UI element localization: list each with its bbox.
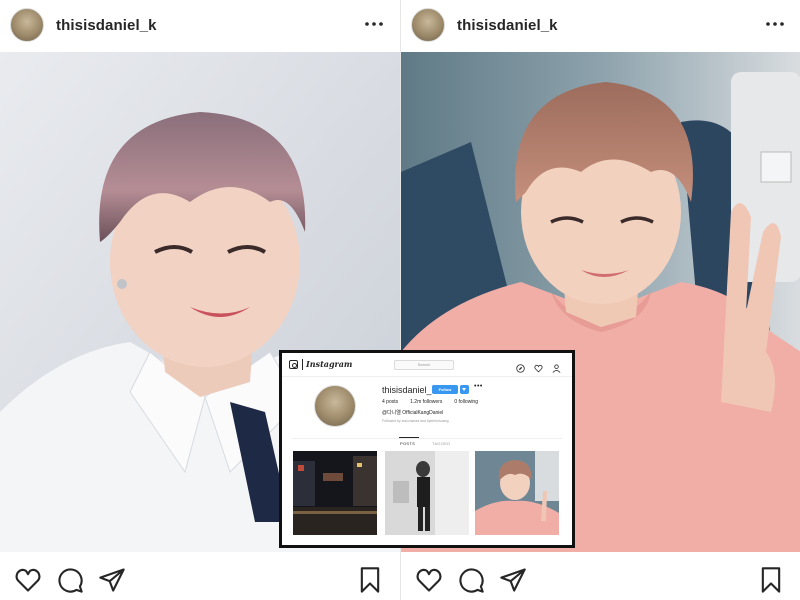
instagram-top-bar: Instagram Search xyxy=(282,353,572,377)
posts-count: 4 posts xyxy=(382,399,399,405)
share-icon[interactable] xyxy=(98,566,126,594)
profile-icon[interactable] xyxy=(552,360,561,373)
post-action-bar xyxy=(401,558,800,598)
follow-button[interactable]: Follow xyxy=(432,385,458,394)
instagram-wordmark[interactable]: Instagram xyxy=(306,359,352,369)
active-tab-indicator xyxy=(399,437,419,438)
followed-by-text[interactable]: Followed by aud.mariaa and kylelmuhuang xyxy=(382,419,449,423)
post-username[interactable]: thisisdaniel_k xyxy=(56,17,157,34)
heart-icon[interactable] xyxy=(14,566,42,594)
compass-icon[interactable] xyxy=(516,360,525,373)
grid-post-thumbnail[interactable] xyxy=(475,451,559,535)
comment-icon[interactable] xyxy=(56,566,84,594)
more-options-icon[interactable] xyxy=(364,14,384,34)
more-options-icon[interactable]: ••• xyxy=(474,383,483,390)
instagram-logo-icon[interactable] xyxy=(289,360,298,369)
post-username[interactable]: thisisdaniel_k xyxy=(457,17,558,34)
avatar[interactable] xyxy=(10,8,44,42)
post-header: thisisdaniel_k xyxy=(401,0,800,50)
tab-posts[interactable]: POSTS xyxy=(400,441,415,446)
avatar[interactable] xyxy=(411,8,445,42)
suggestions-dropdown-button[interactable] xyxy=(460,385,469,394)
following-count[interactable]: 0 following xyxy=(454,399,478,405)
share-icon[interactable] xyxy=(499,566,527,594)
profile-bio: @다니엘 OfficialKangDaniel xyxy=(382,410,444,416)
search-input[interactable]: Search xyxy=(394,360,454,370)
comment-icon[interactable] xyxy=(457,566,485,594)
grid-post-thumbnail[interactable] xyxy=(293,451,377,535)
profile-avatar[interactable] xyxy=(314,385,356,427)
heart-icon[interactable] xyxy=(534,360,543,373)
post-action-bar xyxy=(0,558,400,598)
grid-post-thumbnail[interactable] xyxy=(385,451,469,535)
post-header: thisisdaniel_k xyxy=(0,0,400,50)
profile-username: thisisdaniel_k xyxy=(382,385,437,395)
divider xyxy=(292,438,562,439)
profile-screenshot-inset: Instagram Search thisisdaniel_k Follow •… xyxy=(279,350,575,548)
bookmark-icon[interactable] xyxy=(757,566,785,594)
profile-stats: 4 posts 1.2m followers 0 following xyxy=(382,399,478,405)
bookmark-icon[interactable] xyxy=(356,566,384,594)
divider xyxy=(302,359,303,370)
tab-tagged[interactable]: TAGGED xyxy=(432,441,450,446)
heart-icon[interactable] xyxy=(415,566,443,594)
followers-count[interactable]: 1.2m followers xyxy=(410,399,442,405)
more-options-icon[interactable] xyxy=(765,14,785,34)
